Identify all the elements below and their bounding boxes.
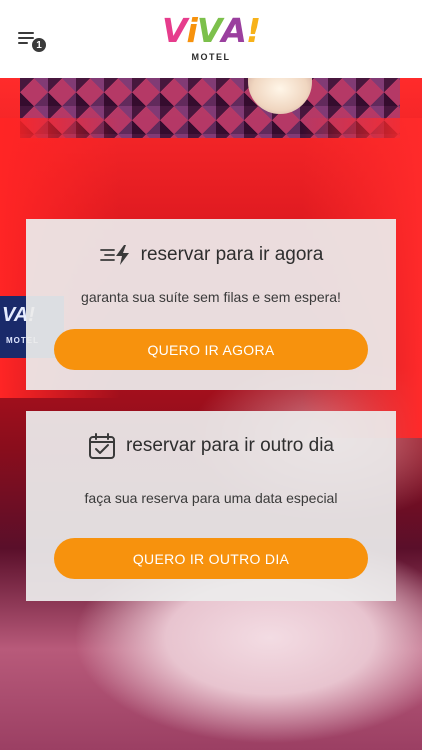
- card-title: reservar para ir outro dia: [125, 435, 335, 456]
- logo-letter: V: [162, 11, 188, 50]
- calendar-check-icon: [88, 432, 116, 460]
- card-title-row: reservar para ir outro dia: [26, 431, 396, 461]
- lightning-speed-icon: [99, 243, 131, 267]
- logo-word: V i V A !: [162, 11, 261, 50]
- go-other-day-button[interactable]: QUERO IR OUTRO DIA: [54, 538, 368, 579]
- card-subtitle: garanta sua suíte sem filas e sem espera…: [81, 289, 341, 305]
- logo-letter: A: [221, 11, 247, 50]
- app-header: 1 V i V A ! MOTEL: [0, 0, 422, 78]
- card-title-row: reservar para ir agora: [26, 241, 396, 269]
- logo-letter: V: [196, 11, 223, 50]
- go-now-button[interactable]: QUERO IR AGORA: [54, 329, 368, 370]
- menu-icon-bar: [18, 37, 34, 39]
- menu-icon-bar: [18, 32, 34, 34]
- reserve-now-card: reservar para ir agora garanta sua suíte…: [26, 219, 396, 390]
- logo-letter: i: [186, 11, 198, 50]
- card-title: reservar para ir agora: [140, 244, 324, 265]
- logo-subtitle: MOTEL: [191, 52, 231, 62]
- viva-motel-logo[interactable]: V i V A ! MOTEL: [162, 11, 261, 68]
- notification-badge: 1: [31, 37, 47, 53]
- logo-letter: !: [245, 11, 261, 50]
- card-subtitle: faça sua reserva para uma data especial: [84, 490, 338, 506]
- menu-button[interactable]: 1: [16, 30, 50, 54]
- reserve-other-day-card: reservar para ir outro dia faça sua rese…: [26, 411, 396, 601]
- menu-icon-bar: [18, 42, 28, 44]
